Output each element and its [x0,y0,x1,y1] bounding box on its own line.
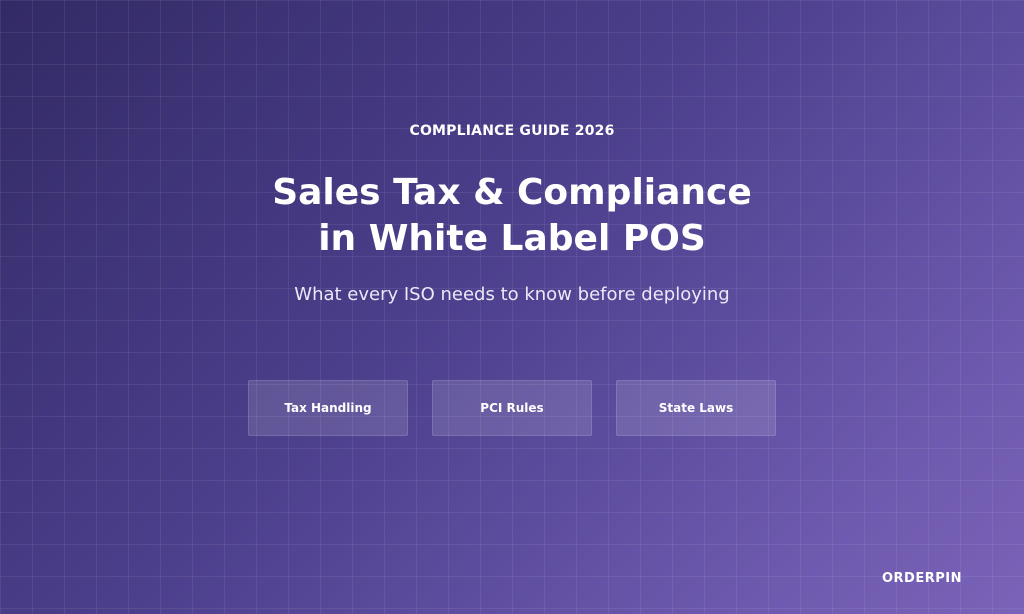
brand-logo: ORDERPIN [882,571,962,586]
page-title: Sales Tax & Compliance in White Label PO… [0,170,1024,262]
tag-pci-rules[interactable]: PCI Rules [432,380,592,436]
subtitle: What every ISO needs to know before depl… [294,284,730,305]
title-line-2: in White Label POS [318,218,706,259]
background-grid [0,0,1024,614]
tag-label: PCI Rules [480,401,544,415]
tag-state-laws[interactable]: State Laws [616,380,776,436]
eyebrow-label: COMPLIANCE GUIDE 2026 [409,123,615,139]
tag-label: State Laws [658,401,734,415]
tag-tax-handling[interactable]: Tax Handling [248,380,408,436]
topic-tags: Tax Handling PCI Rules State Laws [248,380,776,436]
hero-banner: COMPLIANCE GUIDE 2026 Sales Tax & Compli… [0,0,1024,614]
tag-label: Tax Handling [284,401,372,415]
title-line-1: Sales Tax & Compliance [272,172,752,213]
